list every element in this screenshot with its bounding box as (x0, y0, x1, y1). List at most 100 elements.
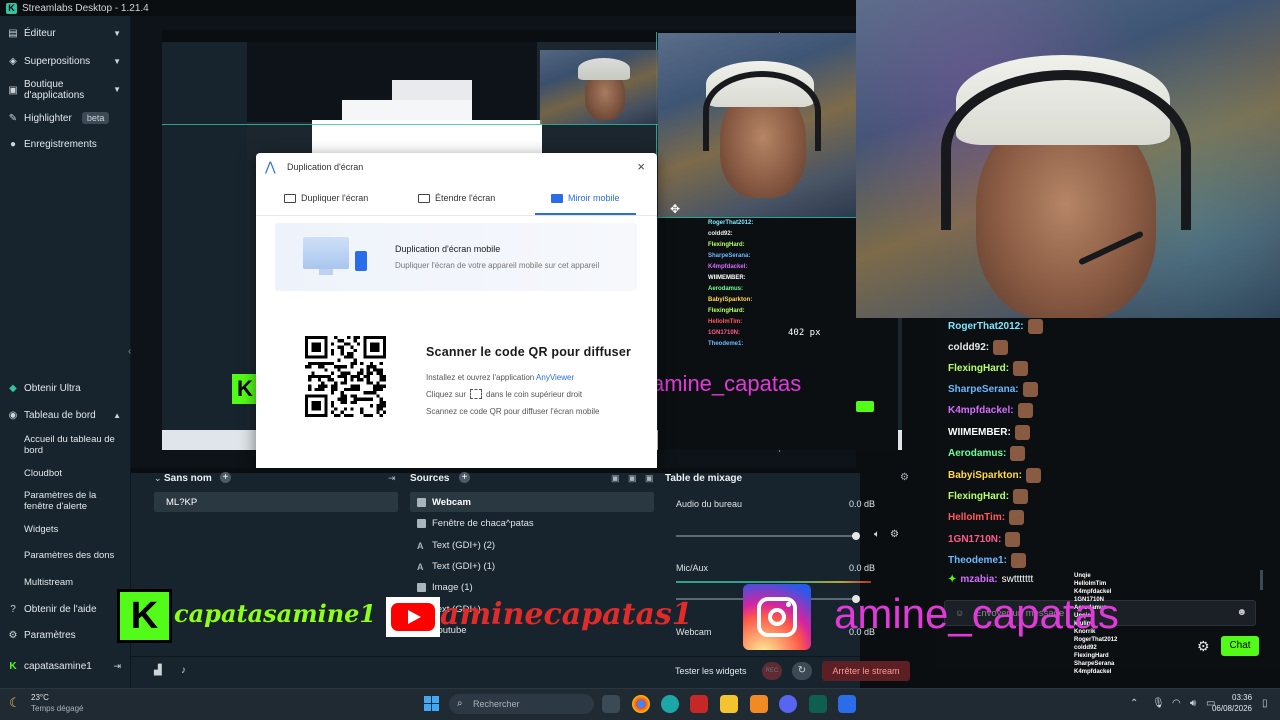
sidebar-item-help[interactable]: ? Obtenir de l'aide (0, 604, 131, 615)
banner-description: Dupliquer l'écran de votre appareil mobi… (395, 261, 600, 270)
channel-name: Mic/Aux (676, 563, 709, 573)
sidebar-sub-widgets[interactable]: Widgets (24, 524, 124, 535)
file-explorer-icon[interactable] (720, 695, 738, 713)
mixer-channel-mic: Mic/Aux 0.0 dB (676, 563, 901, 573)
close-icon[interactable]: × (637, 159, 645, 174)
scene-collection-title: Sans nom (164, 473, 212, 484)
sidebar-item-dashboard[interactable]: ◉ Tableau de bord ▲ (0, 410, 131, 421)
dashboard-icon: ◉ (8, 410, 18, 421)
add-source-icon[interactable]: + (459, 472, 470, 483)
scene-transition-icon[interactable]: ⇥ (388, 473, 396, 484)
step-text: dans le coin supérieur droit (486, 389, 583, 399)
taskbar-date: 06/08/2026 (1211, 704, 1252, 713)
add-scene-icon[interactable]: + (220, 472, 231, 483)
chat-settings-gear-icon[interactable]: ⚙ (1197, 638, 1210, 655)
scan-title: Scanner le code QR pour diffuser (426, 345, 632, 359)
sidebar-item-recordings[interactable]: ● Enregistrements (0, 139, 131, 150)
image-icon (417, 583, 426, 592)
step-text: Cliquez sur (426, 389, 467, 399)
source-remove-icon[interactable]: ▣ (645, 473, 654, 484)
sidebar-sub-alert-settings[interactable]: Paramètres de la fenêtre d'alerte (24, 490, 124, 512)
anyviewer-logo-icon: ⋀ (265, 159, 276, 174)
logout-icon[interactable]: ⇥ (113, 661, 121, 672)
test-widgets-button[interactable]: Tester les widgets (675, 666, 747, 676)
mixer-settings-gear-icon[interactable]: ⚙ (900, 472, 909, 483)
preview-webcam-echo (540, 50, 658, 124)
chat-message: BabyiSparkton: (948, 468, 1041, 483)
wifi-icon[interactable]: ◠ (1172, 698, 1181, 709)
source-settings-icon[interactable]: ▣ (628, 473, 637, 484)
chrome-icon[interactable] (632, 695, 650, 713)
channel-gear-icon[interactable]: ⚙ (890, 529, 899, 540)
sidebar-item-highlighter[interactable]: ✎ Highlighter beta (0, 112, 131, 124)
stop-stream-button[interactable]: Arrêter le stream (822, 661, 910, 681)
discord-icon[interactable] (779, 695, 797, 713)
notification-icon[interactable]: ▯ (1262, 698, 1268, 709)
sidebar-item-label: Obtenir de l'aide (24, 604, 97, 615)
sidebar-sub-dashboard-home[interactable]: Accueil du tableau de bord (24, 434, 124, 456)
windows-start-icon[interactable] (424, 696, 440, 712)
emote-icon (1010, 446, 1026, 461)
sidebar-sub-donation-settings[interactable]: Paramètres des dons (24, 550, 124, 561)
chat-username: FlexingHard: (948, 491, 1010, 502)
source-item[interactable]: Image (1) (417, 582, 647, 593)
chat-message: coldd92: (948, 340, 1009, 355)
sidebar-item-app-store[interactable]: ▣ Boutique d'applications ▼ (0, 79, 131, 103)
kick-logo-icon: K (120, 592, 169, 640)
emote-icon (1017, 403, 1033, 418)
anydesk-like-icon[interactable] (690, 695, 708, 713)
tab-duplicate-screen[interactable]: Dupliquer l'écran (284, 193, 368, 203)
search-placeholder: Rechercher (473, 699, 520, 709)
replay-buffer-icon[interactable]: ↻ (792, 662, 812, 680)
anyviewer-icon[interactable] (838, 695, 856, 713)
smiley-icon[interactable]: ☻ (1236, 607, 1247, 618)
sidebar-item-overlays[interactable]: ◈ Superpositions ▼ (0, 56, 131, 67)
source-folder-icon[interactable]: ▣ (611, 473, 620, 484)
microphone-icon[interactable]: 🎙︎ (1152, 698, 1165, 709)
stats-icon[interactable]: ▟ (154, 665, 162, 676)
sidebar-item-editor[interactable]: ▤ Éditeur ▼ (0, 28, 131, 39)
sidebar-item-label: Éditeur (24, 28, 56, 39)
volume-icon[interactable]: 🔊︎ (1190, 698, 1196, 709)
tab-mobile-mirror[interactable]: Miroir mobile (551, 193, 620, 203)
channel-db: 0.0 dB (848, 499, 875, 509)
tab-extend-screen[interactable]: Étendre l'écran (418, 193, 495, 203)
preview-webcam-image[interactable] (658, 33, 856, 217)
sidebar-item-ultra[interactable]: ◆ Obtenir Ultra (0, 383, 131, 394)
source-item[interactable]: Webcam (417, 497, 647, 508)
chat-send-button[interactable]: Chat (1221, 636, 1259, 656)
chat-scrollbar[interactable] (1260, 570, 1263, 590)
source-item[interactable]: A Text (GDI+) (2) (417, 540, 647, 551)
task-view-icon[interactable] (602, 695, 620, 713)
chat-username: Aerodamus: (948, 448, 1007, 459)
measure-label: 402 px (788, 328, 821, 338)
chat-username: 1GN1710N: (948, 534, 1002, 545)
notification-bell-icon[interactable]: ♪ (181, 665, 186, 676)
taskbar-search-box[interactable]: ⌕ Rechercher (449, 694, 594, 714)
chat-username: Theodeme1: (948, 555, 1007, 566)
weather-moon-icon[interactable]: ☾ (9, 695, 21, 711)
duplicate-screen-icon (284, 193, 296, 203)
app-store-icon: ▣ (8, 85, 18, 96)
source-item[interactable]: Fenêtre de chaca^patas (417, 518, 647, 529)
sidebar-item-user[interactable]: K capatasamine1 ⇥ (0, 661, 131, 672)
editor-footer (131, 656, 860, 688)
sidebar-sub-cloudbot[interactable]: Cloudbot (24, 468, 124, 479)
source-item[interactable]: A Text (GDI+) (1) (417, 561, 647, 572)
streamlabs-icon[interactable] (809, 695, 827, 713)
vlc-icon[interactable] (750, 695, 768, 713)
qr-code (305, 336, 386, 417)
anyviewer-link[interactable]: AnyViewer (536, 373, 574, 382)
chat-username: mzabia: (960, 574, 998, 585)
sidebar-item-settings[interactable]: ⚙ Paramètres (0, 630, 131, 641)
record-button[interactable]: REC (762, 662, 782, 680)
sidebar-sub-multistream[interactable]: Multistream (24, 577, 124, 588)
volume-slider[interactable] (676, 532, 860, 540)
tray-arrow-icon[interactable]: ⌃ (1130, 698, 1138, 709)
chevron-down-icon[interactable]: ⌄ (154, 473, 162, 484)
scan-frame-icon (470, 389, 483, 399)
slider-knob[interactable] (852, 532, 860, 540)
edge-icon[interactable] (661, 695, 679, 713)
chat-username: SharpeSerana: (948, 384, 1019, 395)
speaker-icon[interactable]: 🔈︎ (874, 529, 880, 540)
